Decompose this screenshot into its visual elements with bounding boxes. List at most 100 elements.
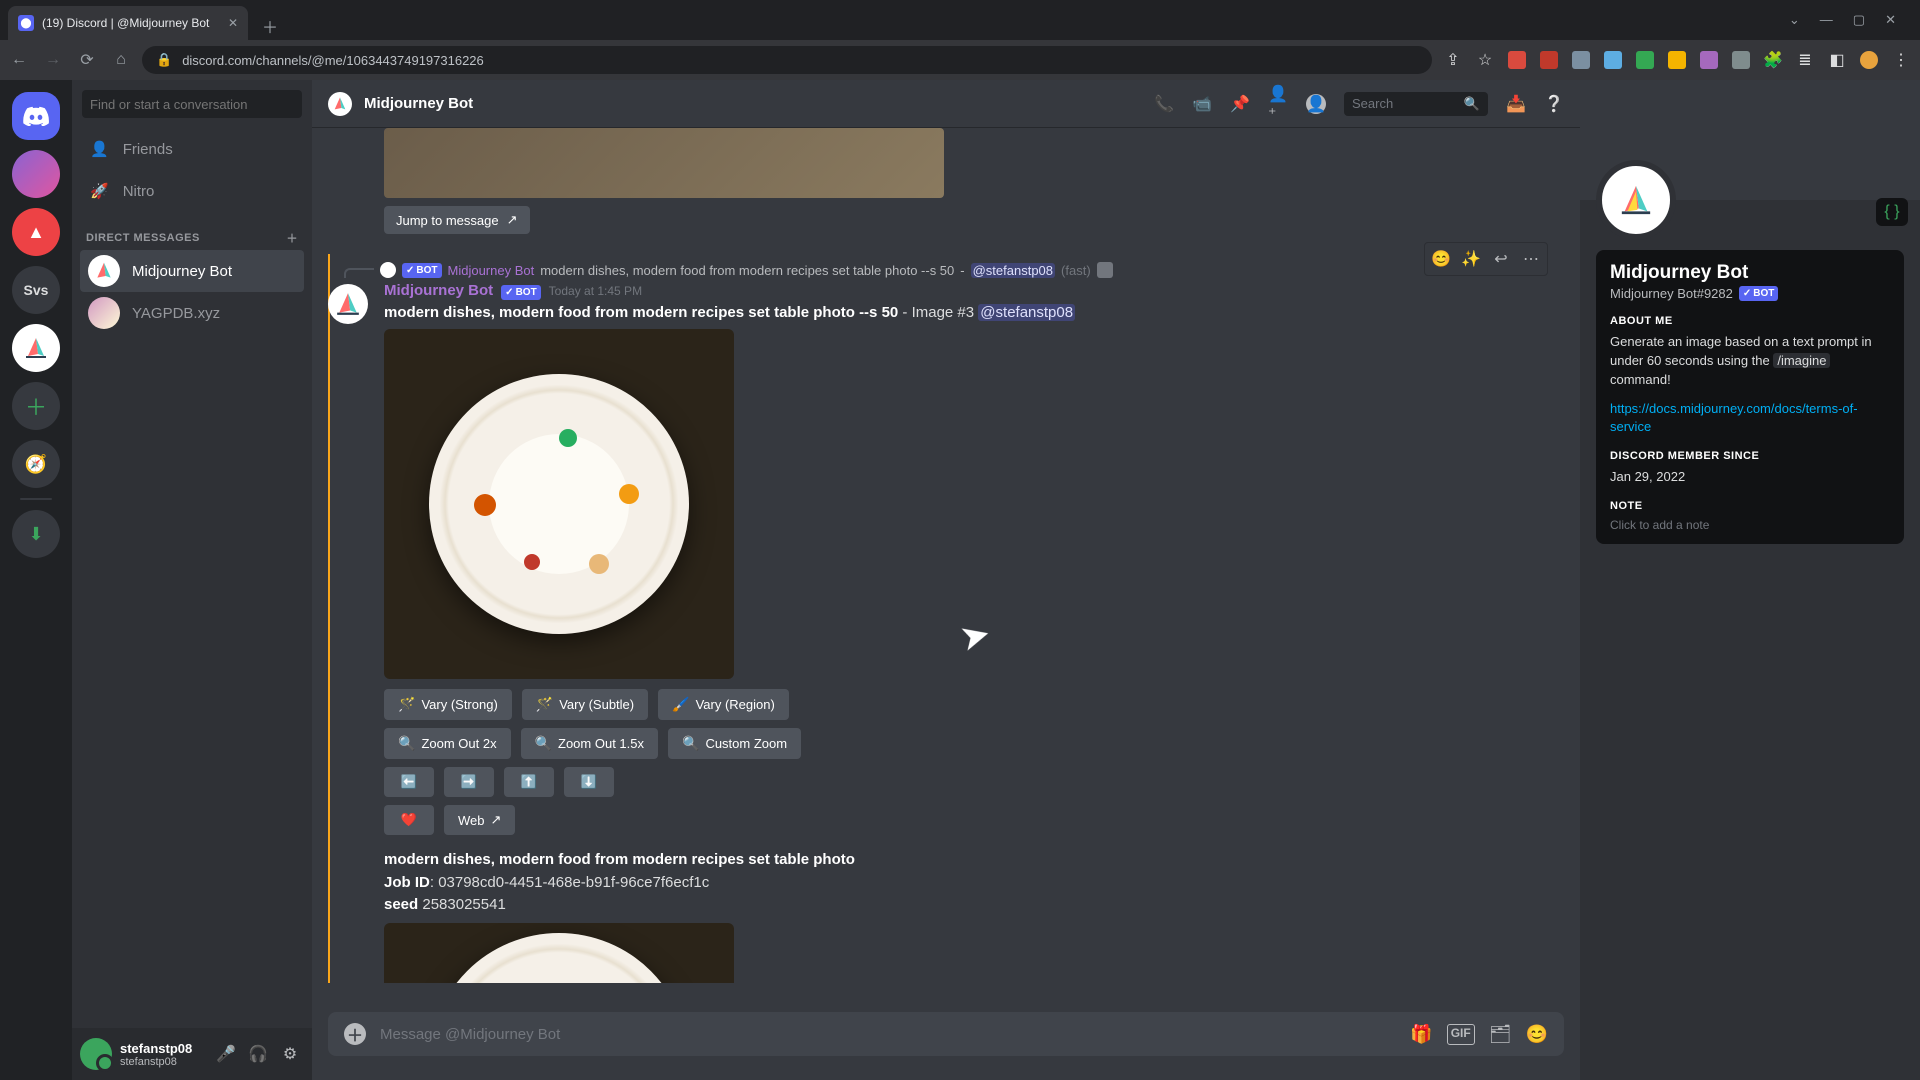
reading-list-icon[interactable]: ≣: [1796, 51, 1814, 69]
help-icon[interactable]: ❔: [1544, 94, 1564, 114]
dm-home-button[interactable]: [12, 92, 60, 140]
extension-icon[interactable]: [1604, 51, 1622, 69]
gif-icon[interactable]: GIF: [1447, 1024, 1475, 1045]
profile-avatar[interactable]: [1596, 160, 1676, 240]
maximize-icon[interactable]: ▢: [1853, 12, 1865, 28]
reload-icon[interactable]: ⟳: [78, 51, 96, 69]
nitro-nav[interactable]: 🚀 Nitro: [80, 170, 304, 212]
video-call-icon[interactable]: 📹: [1192, 94, 1212, 114]
menu-icon[interactable]: ⋮: [1892, 51, 1910, 69]
new-tab-button[interactable]: ＋: [256, 12, 284, 40]
bot-badge: ✓ BOT: [402, 263, 442, 278]
zoom-out-2x-button[interactable]: 🔍Zoom Out 2x: [384, 728, 511, 759]
profile-badges[interactable]: { }: [1876, 198, 1908, 226]
find-conversation-input[interactable]: [82, 90, 302, 118]
avatar: [88, 297, 120, 329]
extension-icon[interactable]: [1668, 51, 1686, 69]
reply-icon[interactable]: ↩: [1487, 245, 1515, 273]
pan-left-button[interactable]: ⬅️: [384, 767, 434, 797]
mention[interactable]: @stefanstp08: [978, 304, 1075, 321]
custom-zoom-button[interactable]: 🔍Custom Zoom: [668, 728, 801, 759]
add-server-button[interactable]: ＋: [12, 382, 60, 430]
extensions-icon[interactable]: 🧩: [1764, 51, 1782, 69]
super-reaction-icon[interactable]: ✨: [1457, 245, 1485, 273]
voice-call-icon[interactable]: 📞: [1154, 94, 1174, 114]
download-apps-button[interactable]: ⬇: [12, 510, 60, 558]
server-icon[interactable]: Svs: [12, 266, 60, 314]
sparkles-icon: 🪄: [536, 696, 553, 713]
extension-icon[interactable]: [1700, 51, 1718, 69]
extension-icon[interactable]: [1732, 51, 1750, 69]
message-list[interactable]: Jump to message ↗ 😊 ✨ ↩ ⋯ ✓ BOT Midjou: [312, 128, 1580, 1012]
message-author[interactable]: Midjourney Bot: [384, 282, 493, 299]
share-icon[interactable]: ⇪: [1444, 51, 1462, 69]
generated-image[interactable]: [384, 329, 734, 679]
profile-card: Midjourney Bot Midjourney Bot#9282 ✓ BOT…: [1596, 250, 1904, 544]
message-avatar[interactable]: [328, 284, 368, 324]
previous-image-attachment[interactable]: [384, 128, 944, 198]
close-window-icon[interactable]: ✕: [1885, 12, 1896, 28]
gift-icon[interactable]: 🎁: [1410, 1024, 1432, 1045]
user-avatar[interactable]: [80, 1038, 112, 1070]
bookmark-icon[interactable]: ☆: [1476, 51, 1494, 69]
server-icon[interactable]: [12, 324, 60, 372]
friends-nav[interactable]: 👤 Friends: [80, 128, 304, 170]
generated-image[interactable]: [384, 923, 734, 983]
zoom-out-1-5x-button[interactable]: 🔍Zoom Out 1.5x: [521, 728, 658, 759]
more-icon[interactable]: ⋯: [1517, 245, 1545, 273]
attach-button[interactable]: ＋: [344, 1023, 366, 1045]
profile-avatar-icon[interactable]: [1860, 51, 1878, 69]
browser-tab[interactable]: ⬤ (19) Discord | @Midjourney Bot ✕: [8, 6, 248, 40]
dm-item-midjourney[interactable]: Midjourney Bot: [80, 250, 304, 292]
back-icon[interactable]: ←: [10, 51, 28, 69]
chrome-dropdown-icon[interactable]: ⌄: [1789, 12, 1800, 28]
jump-to-message-button[interactable]: Jump to message ↗: [384, 206, 530, 234]
inbox-icon[interactable]: 📥: [1506, 94, 1526, 114]
vary-subtle-button[interactable]: 🪄Vary (Subtle): [522, 689, 648, 720]
add-reaction-icon[interactable]: 😊: [1427, 245, 1455, 273]
search-input[interactable]: Search 🔍: [1344, 92, 1488, 116]
docs-link[interactable]: https://docs.midjourney.com/docs/terms-o…: [1610, 401, 1858, 434]
add-friends-icon[interactable]: 👤⁺: [1268, 94, 1288, 114]
pan-right-button[interactable]: ➡️: [444, 767, 494, 797]
url-input[interactable]: 🔒 discord.com/channels/@me/1063443749197…: [142, 46, 1432, 74]
server-icon[interactable]: ▲: [12, 208, 60, 256]
favorite-button[interactable]: ❤️: [384, 805, 434, 835]
user-name: stefanstp08: [120, 1041, 204, 1056]
extension-icon[interactable]: [1508, 51, 1526, 69]
extension-icon[interactable]: [1540, 51, 1558, 69]
nitro-label: Nitro: [123, 183, 155, 200]
address-bar: ← → ⟳ ⌂ 🔒 discord.com/channels/@me/10634…: [0, 40, 1920, 80]
forward-icon[interactable]: →: [44, 51, 62, 69]
message-input[interactable]: ＋ Message @Midjourney Bot 🎁 GIF 🗂 😊: [328, 1012, 1564, 1056]
pan-down-button[interactable]: ⬇️: [564, 767, 614, 797]
create-dm-icon[interactable]: ＋: [287, 230, 299, 246]
sticker-icon[interactable]: 🗂: [1489, 1024, 1512, 1045]
sidepanel-icon[interactable]: ◧: [1828, 51, 1846, 69]
pan-up-button[interactable]: ⬆️: [504, 767, 554, 797]
note-input[interactable]: Click to add a note: [1610, 518, 1890, 532]
arrow-left-icon: ⬅️: [401, 774, 417, 790]
vary-region-button[interactable]: 🖌️Vary (Region): [658, 689, 789, 720]
profile-name: Midjourney Bot: [1610, 262, 1890, 284]
extension-icon[interactable]: [1636, 51, 1654, 69]
emoji-icon[interactable]: 😊: [1526, 1024, 1548, 1045]
arrow-up-icon: ⬆️: [521, 774, 537, 790]
extension-icon[interactable]: [1572, 51, 1590, 69]
message-timestamp: Today at 1:45 PM: [549, 284, 642, 298]
home-icon[interactable]: ⌂: [112, 51, 130, 69]
dm-item-yagpdb[interactable]: YAGPDB.xyz: [80, 292, 304, 334]
explore-servers-button[interactable]: 🧭: [12, 440, 60, 488]
deafen-button[interactable]: 🎧: [244, 1040, 272, 1068]
mute-mic-button[interactable]: 🎤: [212, 1040, 240, 1068]
close-tab-icon[interactable]: ✕: [228, 16, 238, 30]
settings-button[interactable]: ⚙: [276, 1040, 304, 1068]
server-icon[interactable]: [12, 150, 60, 198]
user-profile-icon[interactable]: 👤: [1306, 94, 1326, 114]
pinned-messages-icon[interactable]: 📌: [1230, 94, 1250, 114]
minimize-icon[interactable]: —: [1820, 12, 1833, 28]
vary-strong-button[interactable]: 🪄Vary (Strong): [384, 689, 512, 720]
reply-reference[interactable]: ✓ BOT Midjourney Bot modern dishes, mode…: [344, 262, 1564, 278]
profile-username: Midjourney Bot#9282: [1610, 286, 1733, 301]
web-button[interactable]: Web↗: [444, 805, 515, 835]
